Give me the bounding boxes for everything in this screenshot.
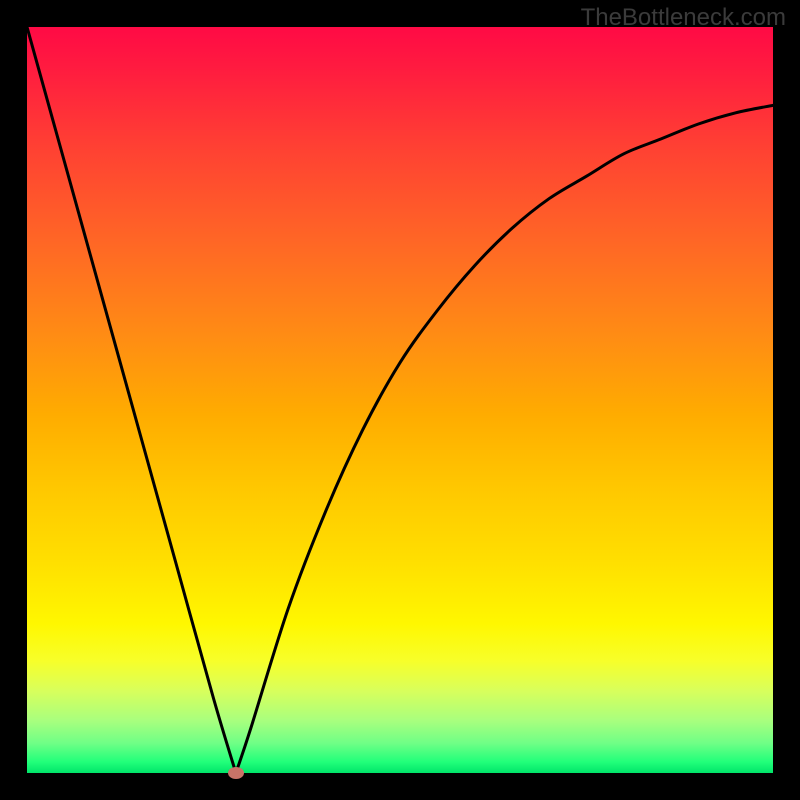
- bottleneck-curve: [27, 27, 773, 773]
- plot-area: [27, 27, 773, 773]
- minimum-marker: [228, 767, 244, 779]
- watermark-text: TheBottleneck.com: [581, 4, 786, 32]
- chart-container: TheBottleneck.com: [0, 0, 800, 800]
